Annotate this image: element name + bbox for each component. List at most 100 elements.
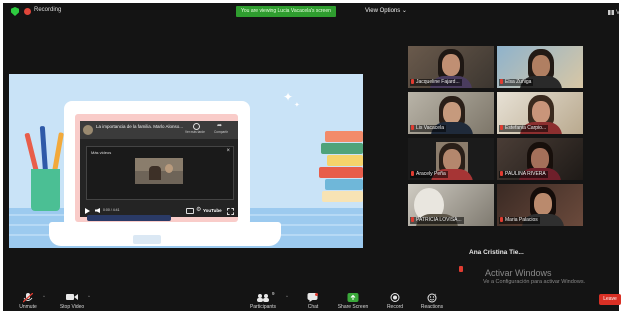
windows-activation-title: Activar Windows <box>485 268 552 278</box>
zoom-meeting-window: Recording You are viewing Lucia Vacacela… <box>3 3 619 311</box>
youtube-logo[interactable]: YouTube <box>203 208 222 213</box>
share-screen-icon <box>347 293 359 302</box>
participant-name: Estefania Carpio... <box>499 125 549 132</box>
pencil-illustration <box>24 132 39 173</box>
view-button[interactable]: Vi <box>608 10 619 16</box>
youtube-header: La importancia de la familia. Marlo Alon… <box>80 121 238 139</box>
pencil-illustration <box>52 132 64 173</box>
captions-icon[interactable] <box>186 208 194 214</box>
watch-later-button[interactable]: Ver más tarde <box>185 130 205 134</box>
participant-tile[interactable]: Maria Palacios <box>497 184 583 226</box>
video-time: 0:00 / 4:41 <box>103 208 120 212</box>
fullscreen-icon[interactable] <box>227 208 234 215</box>
mic-muted-icon <box>500 171 503 176</box>
svg-text:+: + <box>434 293 437 297</box>
participant-tile-active[interactable]: Lis Vacacela <box>408 92 494 134</box>
participants-icon <box>257 294 269 302</box>
participant-name: PAULINA RIVERA <box>499 171 548 178</box>
book-illustration <box>325 179 363 190</box>
chevron-up-icon[interactable]: ^ <box>88 294 90 299</box>
shield-icon[interactable] <box>11 7 19 16</box>
clock-icon[interactable] <box>193 123 200 130</box>
participant-name: Aracely Peña <box>410 171 448 178</box>
participant-tile[interactable]: Aracely Peña <box>408 138 494 180</box>
participant-tile[interactable]: Jacqueline Fajard... <box>408 46 494 88</box>
share-screen-button[interactable]: Share Screen <box>333 290 373 311</box>
video-thumbnail[interactable] <box>135 158 183 184</box>
more-videos-title: Más videos <box>91 150 112 155</box>
gear-icon[interactable]: ⚙ <box>196 207 201 213</box>
participant-name: Lis Vacacela <box>410 125 446 132</box>
chat-label: Chat <box>307 304 319 310</box>
chevron-up-icon[interactable]: ^ <box>286 294 288 299</box>
more-videos-dialog: Más videos × <box>86 146 234 200</box>
grid-icon <box>608 10 614 15</box>
reactions-button[interactable]: + Reactions <box>412 290 452 311</box>
participant-tile[interactable]: Elsa Zuñiga <box>497 46 583 88</box>
reactions-icon: + <box>427 293 437 303</box>
viewing-banner: You are viewing Lucia Vacacela's screen <box>236 6 336 17</box>
unmute-button[interactable]: Unmute <box>8 290 48 311</box>
youtube-player[interactable]: La importancia de la familia. Marlo Alon… <box>80 121 238 217</box>
volume-icon[interactable] <box>95 208 100 213</box>
record-button[interactable]: Record <box>375 290 415 311</box>
participant-tile[interactable]: PAULINA RIVERA <box>497 138 583 180</box>
mic-muted-icon <box>411 79 414 84</box>
mic-muted-icon <box>411 171 414 176</box>
reactions-label: Reactions <box>420 304 444 310</box>
chat-icon <box>307 293 318 302</box>
share-screen-label: Share Screen <box>337 304 369 310</box>
record-icon <box>390 293 400 302</box>
mic-muted-icon <box>500 79 503 84</box>
book-illustration <box>319 167 363 178</box>
leave-button[interactable]: Leave <box>599 294 621 305</box>
stop-video-label: Stop Video <box>59 304 85 310</box>
book-illustration <box>322 191 363 202</box>
sparkle-icon: ✦ <box>294 102 300 109</box>
windows-activation-subtitle: Ve a Configuración para activar Windows. <box>483 279 586 285</box>
channel-avatar[interactable] <box>83 125 93 135</box>
stop-video-button[interactable]: Stop Video <box>52 290 92 311</box>
meeting-toolbar: Unmute ^ Stop Video ^ 9 Participants ^ C… <box>3 290 619 311</box>
chat-button[interactable]: Chat <box>293 290 333 311</box>
camera-icon <box>66 294 78 300</box>
book-illustration <box>325 131 363 142</box>
view-options-button[interactable]: View Options ⌄ <box>365 7 407 14</box>
participant-tile[interactable]: PATRICIA LOVISA... <box>408 184 494 226</box>
book-illustration <box>321 143 363 154</box>
keyboard-illustration <box>87 215 171 221</box>
play-icon[interactable] <box>85 208 90 214</box>
record-dot-icon <box>24 8 31 15</box>
close-icon[interactable]: × <box>226 148 230 154</box>
participant-name: Elsa Zuñiga <box>499 79 534 86</box>
share-button[interactable]: Compartir <box>214 130 228 134</box>
video-title[interactable]: La importancia de la familia. Marlo Alon… <box>96 124 183 129</box>
mic-muted-icon <box>459 266 463 272</box>
sparkle-icon: ✦ <box>283 90 294 104</box>
participant-tile[interactable]: Estefania Carpio... <box>497 92 583 134</box>
mic-muted-icon <box>411 125 414 130</box>
trackpad-illustration <box>133 235 161 244</box>
participants-button[interactable]: 9 Participants <box>243 290 283 311</box>
participant-name: Jacqueline Fajard... <box>410 79 462 86</box>
mic-muted-icon <box>23 293 33 303</box>
mic-muted-icon <box>500 217 503 222</box>
recording-label: Recording <box>34 7 62 13</box>
record-label: Record <box>386 304 404 310</box>
top-bar: Recording You are viewing Lucia Vacacela… <box>3 3 619 20</box>
laptop-base-illustration <box>49 222 281 246</box>
view-label: Vi <box>616 10 619 17</box>
unmute-label: Unmute <box>19 304 37 310</box>
active-speaker-name: Ana Cristina Tie... <box>469 249 524 256</box>
participant-name: Maria Palacios <box>499 217 540 224</box>
shared-screen: ✦ ✦ La importancia de la familia. Marlo … <box>9 74 363 248</box>
pencil-cup-illustration <box>31 169 60 211</box>
mic-muted-icon <box>411 217 414 222</box>
participant-name: PATRICIA LOVISA... <box>410 217 464 224</box>
participants-count: 9 <box>272 291 275 296</box>
chevron-up-icon[interactable]: ^ <box>43 294 45 299</box>
pencil-illustration <box>39 125 48 173</box>
share-arrow-icon[interactable]: ➦ <box>217 122 222 129</box>
participants-label: Participants <box>249 304 277 310</box>
mic-muted-icon <box>500 125 503 130</box>
